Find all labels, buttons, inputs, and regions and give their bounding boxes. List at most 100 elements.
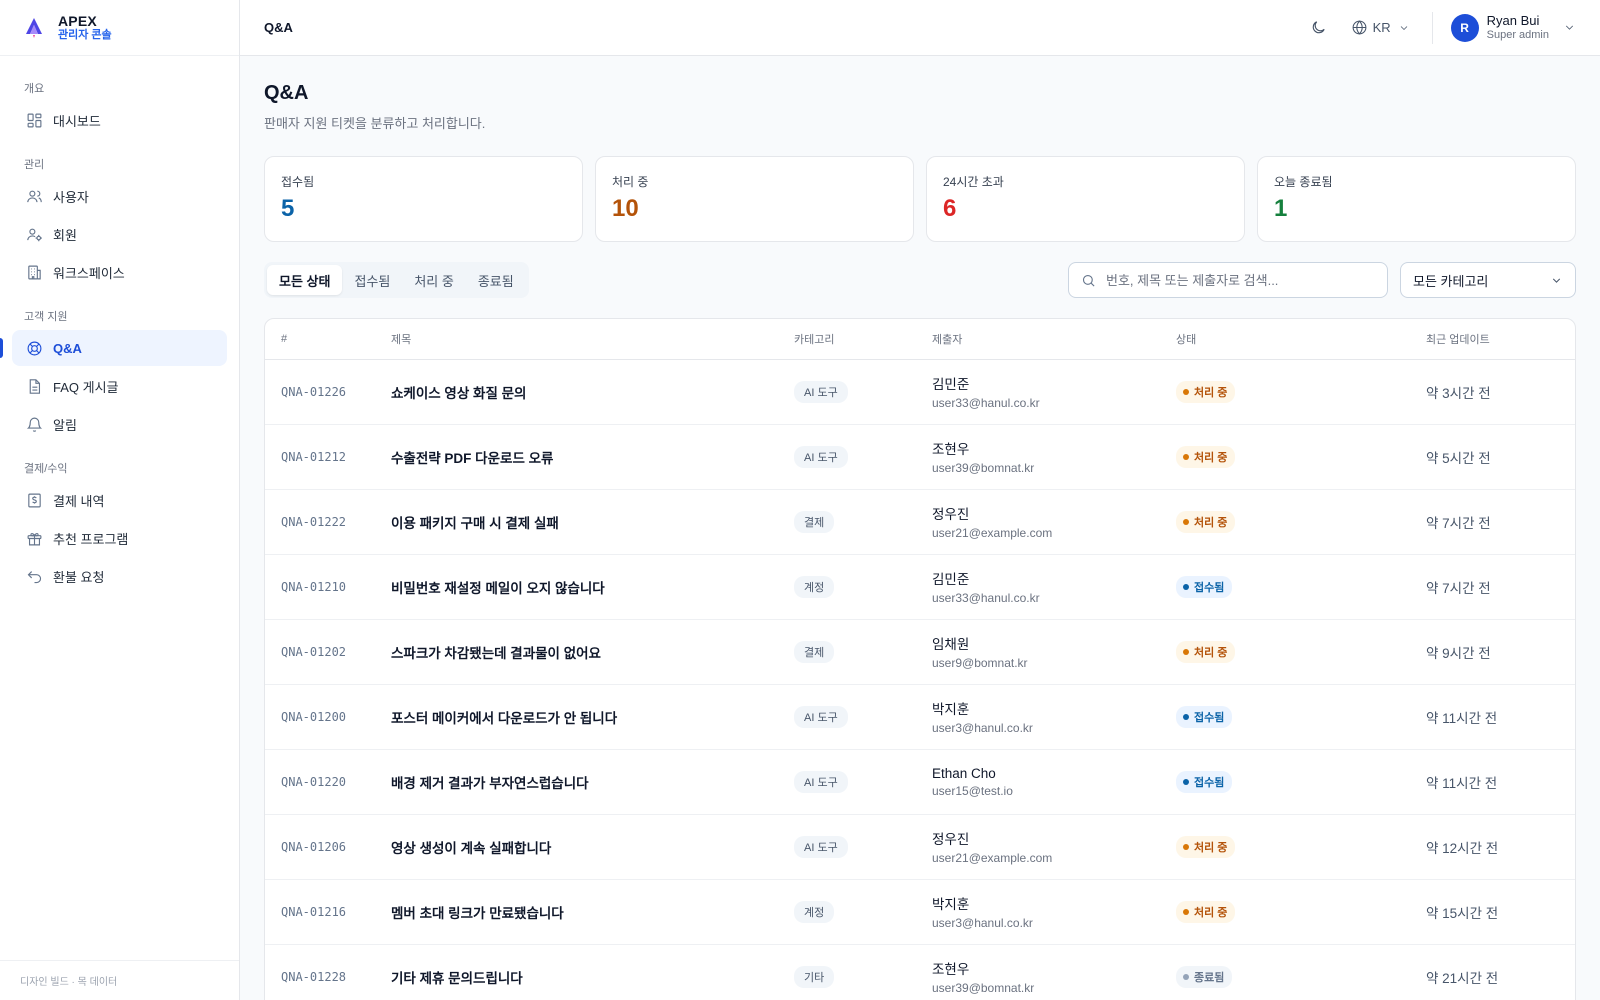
sidebar-item-label: 회원 [53, 227, 77, 243]
submitter-email: user21@example.com [932, 851, 1053, 865]
ticket-title[interactable]: 스파크가 차감됐는데 결과물이 없어요 [391, 646, 601, 661]
user-menu[interactable]: R Ryan Bui Super admin [1450, 13, 1576, 42]
stat-value: 1 [1274, 195, 1288, 222]
column-header-category[interactable]: 카테고리 [778, 319, 916, 360]
column-header-status[interactable]: 상태 [1160, 319, 1410, 360]
sidebar-item-referral[interactable]: 추천 프로그램 [12, 520, 227, 556]
table-row[interactable]: QNA-01228 기타 제휴 문의드립니다 기타 조현우 user39@bomnat.… [265, 944, 1575, 1000]
search-box[interactable] [1068, 262, 1388, 298]
table-row[interactable]: QNA-01206 영상 생성이 계속 실패합니다 AI 도구 정우진 user21@e… [265, 814, 1575, 880]
category-select[interactable]: 모든 카테고리 [1400, 262, 1576, 298]
status-label: 처리 중 [1194, 906, 1228, 919]
ticket-id: QNA-01202 [281, 645, 347, 659]
theme-toggle-button[interactable] [1303, 12, 1335, 44]
ticket-id: QNA-01212 [281, 450, 347, 464]
sidebar-item-label: 추천 프로그램 [53, 531, 129, 547]
column-header-updated[interactable]: 최근 업데이트 [1410, 319, 1575, 360]
status-dot-icon [1183, 843, 1189, 850]
bell-icon [26, 417, 43, 432]
submitter-name: 조현우 [932, 962, 970, 977]
document-icon [29, 378, 41, 394]
sidebar-item-payments[interactable]: 결제 내역 [12, 482, 227, 518]
sidebar-item-users[interactable]: 사용자 [12, 178, 227, 214]
language-selector[interactable]: KR [1351, 19, 1410, 36]
sidebar-item-workspaces[interactable]: 워크스페이스 [12, 254, 227, 290]
ticket-title[interactable]: 이용 패키지 구매 시 결제 실패 [391, 516, 559, 531]
status-dot-icon [1183, 583, 1189, 590]
category-badge: AI 도구 [794, 380, 848, 403]
updated-time: 약 15시간 전 [1426, 905, 1499, 921]
status-badge: 처리 중 [1176, 640, 1236, 663]
category-badge: 계정 [794, 575, 835, 598]
status-label: 접수됨 [1194, 711, 1225, 724]
status-label: 처리 중 [1194, 646, 1228, 659]
sidebar-footer: 디자인 빌드 · 목 데이터 [0, 960, 239, 1000]
tab-all-status[interactable]: 모든 상태 [267, 265, 343, 295]
status-label: 처리 중 [1194, 386, 1228, 399]
status-badge: 접수됨 [1176, 705, 1233, 728]
dashboard-icon [27, 113, 42, 127]
table-row[interactable]: QNA-01212 수출전략 PDF 다운로드 오류 AI 도구 조현우 user39@… [265, 424, 1575, 490]
updated-time: 약 3시간 전 [1426, 385, 1491, 401]
ticket-title[interactable]: 쇼케이스 영상 화질 문의 [391, 386, 526, 401]
status-dot-icon [1183, 713, 1189, 720]
sidebar-item-faq[interactable]: FAQ 게시글 [12, 368, 227, 404]
page-subtitle: 판매자 지원 티켓을 분류하고 처리합니다. [264, 116, 486, 131]
brand[interactable]: APEX 관리자 콘솔 [0, 0, 239, 56]
nav-group-management: 관리 사용자 회원 워크스페이스 [0, 156, 239, 290]
users-icon [27, 190, 42, 202]
ticket-title[interactable]: 수출전략 PDF 다운로드 오류 [391, 451, 553, 466]
nav-section-title: 관리 [24, 159, 45, 171]
category-select-value: 모든 카테고리 [1413, 273, 1489, 289]
table-row[interactable]: QNA-01216 멤버 초대 링크가 만료됐습니다 계정 박지훈 user3@hanu… [265, 879, 1575, 945]
submitter-name: 임채원 [932, 637, 970, 652]
tab-received[interactable]: 접수됨 [342, 265, 402, 295]
sidebar-item-label: FAQ 게시글 [53, 379, 119, 395]
ticket-title[interactable]: 기타 제휴 문의드립니다 [391, 971, 523, 986]
column-header-title[interactable]: 제목 [375, 319, 778, 360]
table-row[interactable]: QNA-01202 스파크가 차감됐는데 결과물이 없어요 결제 임채원 user9@b… [265, 619, 1575, 685]
sidebar-item-qna[interactable]: Q&A [0, 330, 227, 366]
sidebar-item-dashboard[interactable]: 대시보드 [12, 102, 227, 138]
table-row[interactable]: QNA-01220 배경 제거 결과가 부자연스럽습니다 AI 도구 Ethan Ch… [265, 749, 1575, 815]
nav-section-title: 고객 지원 [24, 311, 68, 323]
topbar-divider [1431, 11, 1433, 44]
status-dot-icon [1183, 648, 1189, 655]
table-row[interactable]: QNA-01210 비밀번호 재설정 메일이 오지 않습니다 계정 김민준 user33… [265, 554, 1575, 620]
submitter-email: user39@bomnat.kr [932, 461, 1035, 475]
status-label: 처리 중 [1194, 451, 1228, 464]
tab-in-progress[interactable]: 처리 중 [402, 265, 466, 295]
table-row[interactable]: QNA-01222 이용 패키지 구매 시 결제 실패 결제 정우진 user21@ex… [265, 489, 1575, 555]
nav-group-overview: 개요 대시보드 [0, 80, 239, 138]
column-header-submitter[interactable]: 제출자 [916, 319, 1160, 360]
table-row[interactable]: QNA-01200 포스터 메이커에서 다운로드가 안 됩니다 AI 도구 박지훈 us… [265, 684, 1575, 750]
undo-icon [27, 570, 42, 583]
ticket-title[interactable]: 배경 제거 결과가 부자연스럽습니다 [391, 776, 589, 791]
stat-card-closed-today: 오늘 종료됨 1 [1257, 156, 1576, 242]
category-badge: 계정 [794, 900, 835, 923]
brand-subtitle: 관리자 콘솔 [58, 29, 112, 42]
tab-closed[interactable]: 종료됨 [466, 265, 526, 295]
chevron-down-icon [1552, 278, 1561, 283]
category-badge: AI 도구 [794, 705, 848, 728]
sidebar-item-members[interactable]: 회원 [12, 216, 227, 252]
topbar: Q&A KR R Ryan Bui Super admin [240, 0, 1600, 56]
table-row[interactable]: QNA-01226 쇼케이스 영상 화질 문의 AI 도구 김민준 user33@han… [265, 359, 1575, 425]
ticket-title[interactable]: 멤버 초대 링크가 만료됐습니다 [391, 906, 564, 921]
stat-label: 오늘 종료됨 [1274, 175, 1333, 189]
updated-time: 약 21시간 전 [1426, 970, 1499, 986]
ticket-title[interactable]: 포스터 메이커에서 다운로드가 안 됩니다 [391, 711, 617, 726]
submitter-name: Ethan Cho [932, 765, 996, 781]
column-header-id[interactable]: # [265, 319, 375, 360]
search-input[interactable] [1106, 272, 1375, 288]
search-icon [1082, 274, 1095, 287]
nav-section-title: 개요 [24, 83, 45, 95]
ticket-id: QNA-01226 [281, 385, 347, 399]
ticket-title[interactable]: 비밀번호 재설정 메일이 오지 않습니다 [391, 581, 605, 596]
chevron-down-icon [1400, 25, 1407, 30]
topbar-title: Q&A [264, 20, 293, 35]
ticket-title[interactable]: 영상 생성이 계속 실패합니다 [391, 841, 551, 856]
sidebar-item-refunds[interactable]: 환불 요청 [12, 558, 227, 594]
sidebar-item-notifications[interactable]: 알림 [12, 406, 227, 442]
stat-label: 처리 중 [612, 175, 649, 189]
